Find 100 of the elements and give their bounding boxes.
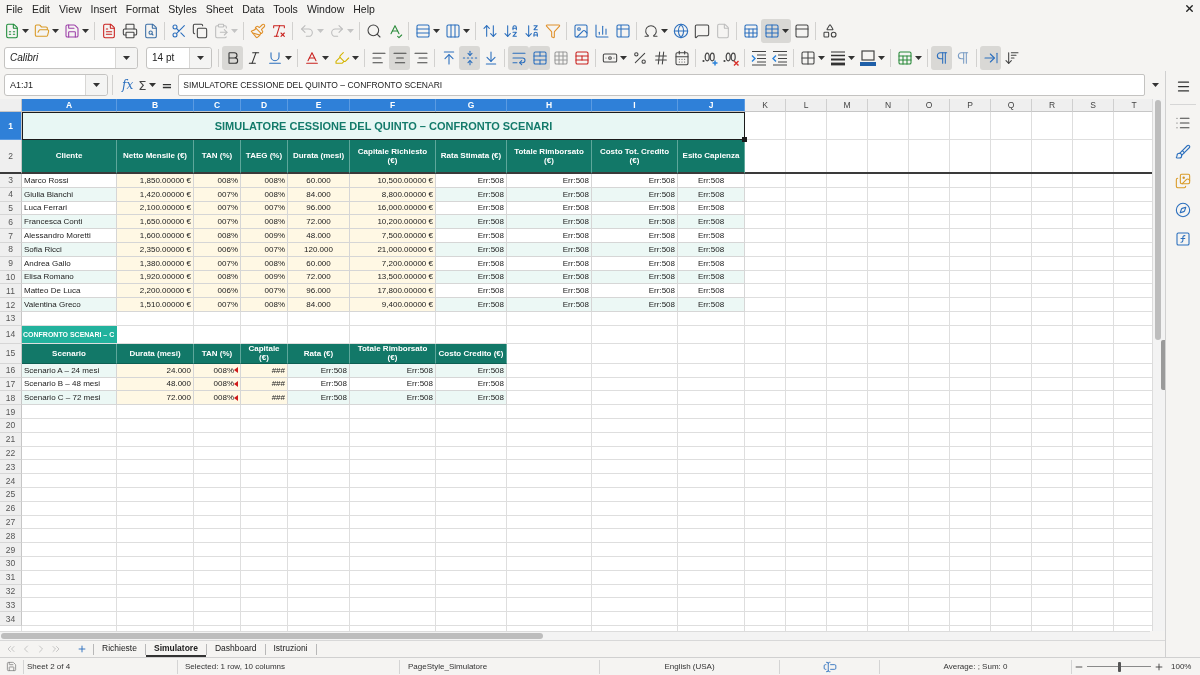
scrollbar-thumb[interactable] [1, 633, 543, 639]
table-cell: 17,800.00000 € [350, 284, 436, 299]
row-header[interactable]: 19 [0, 405, 22, 419]
name-box[interactable]: A1:J1 [4, 74, 108, 96]
row-header[interactable]: 11 [0, 284, 22, 299]
align-middle-button[interactable] [459, 45, 480, 70]
column-header[interactable]: F [350, 99, 436, 112]
sum-summary: Average: ; Sum: 0 [943, 662, 1008, 671]
text-horizontal-button[interactable] [980, 45, 1001, 70]
spreadsheet-file-icon [3, 22, 20, 39]
calendar-icon [673, 49, 690, 66]
column-header[interactable]: T [1114, 99, 1152, 112]
row-header[interactable]: 2 [0, 140, 22, 174]
column-header[interactable]: L [786, 99, 827, 112]
column-header[interactable]: M [827, 99, 868, 112]
caret-icon [197, 55, 204, 60]
function-wizard-button[interactable]: fx [119, 74, 137, 96]
column-header[interactable]: S [1073, 99, 1114, 112]
column-header[interactable]: I [592, 99, 678, 112]
column-header[interactable]: E [288, 99, 350, 112]
cell-value: 008% [213, 365, 234, 375]
table-cell: 1,600.00000 € [117, 229, 194, 243]
font-size-field[interactable]: 14 pt [146, 46, 212, 69]
font-name-field[interactable]: Calibri [4, 46, 138, 69]
sheet-tab[interactable]: Istruzioni [265, 641, 316, 657]
language-label[interactable]: English (USA) [664, 662, 715, 671]
merge-center-button[interactable] [529, 45, 550, 70]
sheet-tab[interactable]: Simulatore [145, 641, 206, 657]
row-header[interactable]: 34 [0, 612, 22, 626]
row-header[interactable]: 3 [0, 174, 22, 188]
menu-item[interactable]: Tools [268, 0, 303, 17]
menu-item[interactable]: View [54, 0, 87, 17]
scrollbar-thumb[interactable] [1155, 100, 1161, 340]
row-header[interactable]: 1 [0, 112, 22, 140]
horizontal-scrollbar[interactable] [0, 631, 1150, 640]
table-cell: Err:508 [592, 229, 678, 243]
text-cursor-icon[interactable] [822, 659, 837, 674]
menu-item[interactable]: Sheet [201, 0, 238, 17]
document-search-icon [142, 22, 159, 39]
fill-handle[interactable] [742, 137, 747, 142]
formula-button[interactable]: = [158, 74, 176, 96]
menu-item[interactable]: Help [348, 0, 380, 17]
column-header[interactable]: N [868, 99, 909, 112]
row-header[interactable]: 33 [0, 598, 22, 613]
table-cell: Err:508 [678, 174, 745, 188]
table-icon [614, 22, 631, 39]
sum-button[interactable]: Σ [136, 74, 159, 96]
row-header[interactable]: 12 [0, 298, 22, 312]
dropdown-button[interactable] [115, 47, 137, 68]
sheet-tab[interactable]: Dashboard [206, 641, 265, 657]
save-icon [63, 22, 80, 39]
column-header[interactable]: G [436, 99, 507, 112]
row-header[interactable]: 28 [0, 529, 22, 544]
bold-button[interactable] [222, 45, 243, 70]
zoom-percentage[interactable]: 100% [1171, 662, 1192, 671]
column-header[interactable]: A [22, 99, 117, 112]
table-cell: Err:508 [436, 298, 507, 312]
left-to-right-button[interactable] [931, 45, 952, 70]
sheet-tab[interactable]: Richieste [94, 641, 145, 657]
column-header[interactable]: H [507, 99, 592, 112]
window-icon [793, 22, 810, 39]
slider-thumb[interactable] [1117, 661, 1121, 672]
column-header[interactable]: P [950, 99, 991, 112]
row-header[interactable]: 18 [0, 391, 22, 406]
align-center-button[interactable] [389, 45, 410, 70]
wrap-text-button[interactable] [508, 45, 529, 70]
column-heading: Rata (€) [288, 343, 350, 364]
row-header[interactable]: 6 [0, 215, 22, 230]
column-header[interactable]: K [745, 99, 786, 112]
row-header[interactable]: 24 [0, 474, 22, 488]
vertical-scrollbar[interactable] [1152, 99, 1165, 631]
menu-item[interactable]: Styles [163, 0, 202, 17]
indent-decrease-icon [771, 49, 788, 66]
dropdown-button[interactable] [85, 75, 107, 95]
menu-item[interactable]: Format [121, 0, 164, 17]
sidebar-handle[interactable] [1161, 340, 1165, 390]
menu-item[interactable]: Window [302, 0, 349, 17]
column-header[interactable]: J [678, 99, 745, 112]
column-header[interactable]: C [194, 99, 241, 112]
formula-input-field[interactable]: SIMULATORE CESSIONE DEL QUINTO – CONFRONTO SCENARI [178, 74, 1145, 96]
table-cell: 008% [241, 298, 288, 312]
row-header[interactable]: 23 [0, 460, 22, 475]
table-cell: Marco Rossi [22, 174, 117, 188]
dropdown-button[interactable] [189, 47, 211, 68]
column-header[interactable]: B [117, 99, 194, 112]
row-header[interactable]: 7 [0, 229, 22, 243]
rows-icon [414, 22, 431, 39]
menu-item[interactable]: Edit [27, 0, 55, 17]
row-header[interactable]: 29 [0, 543, 22, 557]
menu-item[interactable]: Insert [86, 0, 122, 17]
column-header[interactable]: D [241, 99, 288, 112]
freeze-button[interactable] [761, 18, 791, 43]
menu-item[interactable]: File [1, 0, 28, 17]
table-cell: Err:508 [436, 229, 507, 243]
column-header[interactable]: O [909, 99, 950, 112]
menu-item[interactable]: Data [237, 0, 269, 17]
column-header[interactable]: R [1032, 99, 1073, 112]
column-header[interactable]: Q [991, 99, 1032, 112]
table-cell: Err:508 [436, 391, 507, 406]
row-header[interactable]: 15 [0, 343, 22, 364]
